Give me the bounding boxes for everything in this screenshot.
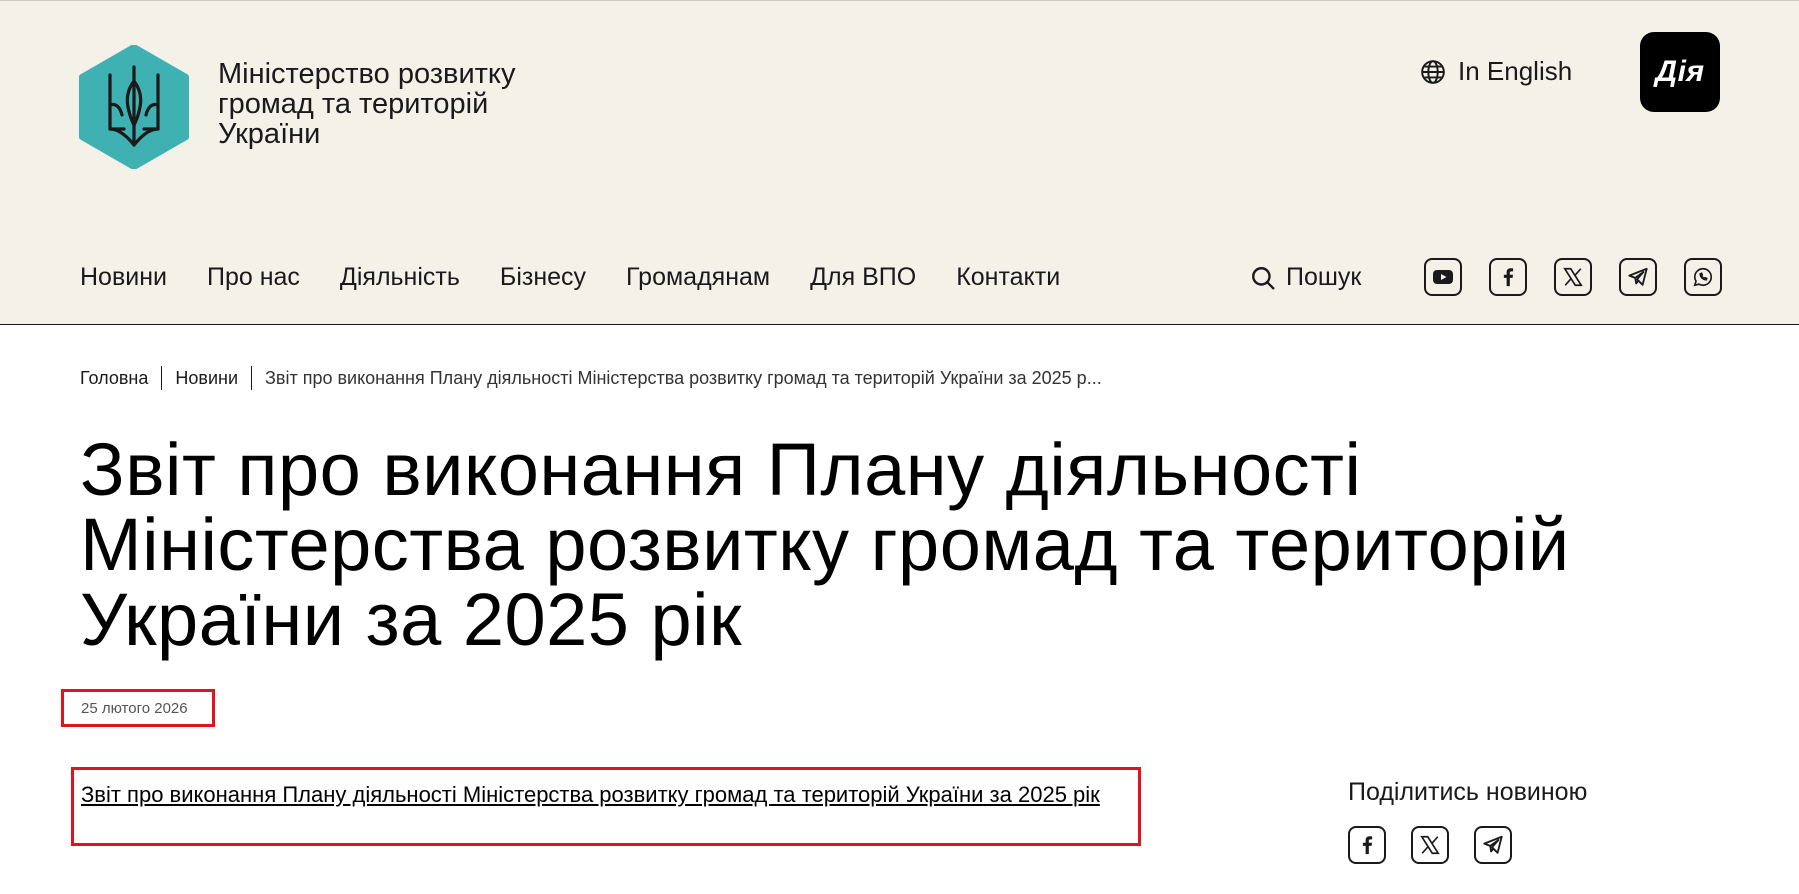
- breadcrumb-home[interactable]: Головна: [80, 368, 148, 389]
- breadcrumb-separator: [161, 366, 163, 390]
- nav-item-about[interactable]: Про нас: [207, 263, 300, 292]
- share-facebook-button[interactable]: [1348, 826, 1386, 864]
- document-link[interactable]: Звіт про виконання Плану діяльності Міні…: [81, 782, 1100, 807]
- breadcrumb-current: Звіт про виконання Плану діяльності Міні…: [265, 367, 1102, 388]
- nav-item-business[interactable]: Бізнесу: [500, 263, 586, 292]
- telegram-icon: [1483, 835, 1503, 854]
- share-title: Поділитись новиною: [1348, 778, 1588, 806]
- main-nav: Новини Про нас Діяльність Бізнесу Громад…: [80, 263, 1100, 292]
- article-date: 25 лютого 2026: [61, 689, 215, 727]
- org-name-line: Міністерство розвитку: [218, 58, 516, 90]
- breadcrumb-news[interactable]: Новини: [175, 368, 238, 389]
- x-icon: [1563, 267, 1583, 287]
- breadcrumb-separator: [251, 366, 253, 390]
- whatsapp-icon: [1693, 267, 1713, 287]
- diia-button[interactable]: Дія: [1640, 32, 1720, 112]
- document-link-box: Звіт про виконання Плану діяльності Міні…: [71, 767, 1141, 846]
- telegram-icon: [1628, 267, 1648, 286]
- nav-item-citizens[interactable]: Громадянам: [626, 263, 770, 292]
- x-icon: [1420, 835, 1440, 855]
- social-links: [1424, 258, 1722, 296]
- youtube-link[interactable]: [1424, 258, 1462, 296]
- whatsapp-link[interactable]: [1684, 258, 1722, 296]
- nav-item-activity[interactable]: Діяльність: [340, 263, 460, 292]
- search-label: Пошук: [1286, 263, 1362, 291]
- share-telegram-button[interactable]: [1474, 826, 1512, 864]
- x-link[interactable]: [1554, 258, 1592, 296]
- nav-item-idp[interactable]: Для ВПО: [810, 263, 916, 292]
- youtube-icon: [1433, 270, 1453, 284]
- language-switch[interactable]: In English: [1420, 56, 1572, 87]
- org-name-line: України: [218, 118, 321, 150]
- breadcrumb: Головна Новини Звіт про виконання Плану …: [80, 366, 1102, 390]
- org-name-line: громад та територій: [218, 88, 489, 120]
- site-header: Міністерство розвитку громад та територі…: [0, 0, 1799, 325]
- facebook-link[interactable]: [1489, 258, 1527, 296]
- nav-item-contacts[interactable]: Контакти: [956, 263, 1060, 292]
- globe-icon: [1421, 59, 1445, 84]
- search-icon: [1252, 266, 1275, 289]
- share-x-button[interactable]: [1411, 826, 1449, 864]
- org-name[interactable]: Міністерство розвитку громад та територі…: [218, 59, 578, 149]
- share-buttons: [1348, 826, 1512, 864]
- page-title: Звіт про виконання Плану діяльності Міні…: [80, 428, 1570, 661]
- search-button[interactable]: Пошук: [1250, 263, 1361, 292]
- language-label: In English: [1458, 56, 1573, 86]
- facebook-icon: [1503, 268, 1514, 287]
- telegram-link[interactable]: [1619, 258, 1657, 296]
- facebook-icon: [1362, 836, 1373, 855]
- coat-of-arms-logo[interactable]: [78, 45, 190, 169]
- nav-item-news[interactable]: Новини: [80, 263, 167, 292]
